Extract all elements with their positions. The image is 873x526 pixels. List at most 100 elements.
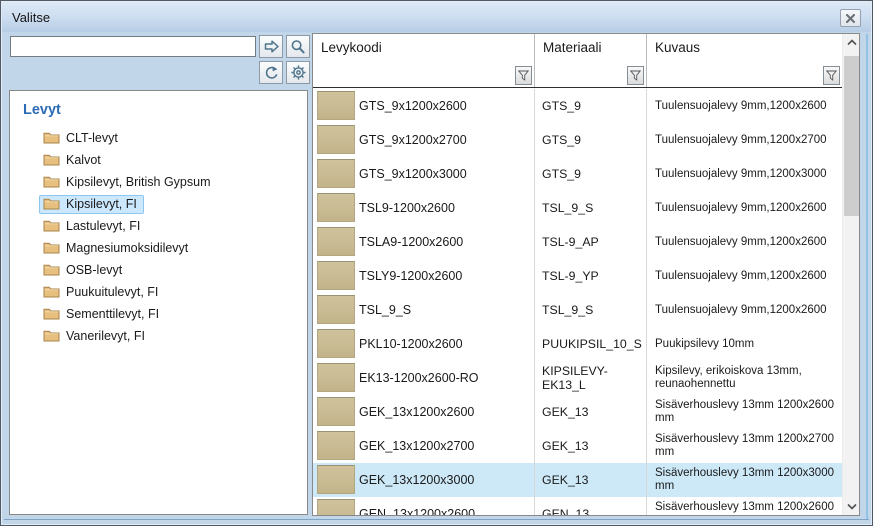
- tree-item-highlight: Puukuitulevyt, FI: [39, 283, 165, 302]
- table-row[interactable]: PKL10-1200x2600 PUUKIPSIL_10_SPuukipsilev…: [313, 327, 842, 361]
- tree-item-puukuitulevyt-fi[interactable]: Puukuitulevyt, FI: [10, 281, 307, 303]
- tree-item-label: Vanerilevyt, FI: [66, 329, 145, 343]
- filter-button-kuvaus[interactable]: [823, 66, 840, 85]
- folder-icon: [43, 219, 60, 232]
- tree-item-highlight: Kipsilevyt, British Gypsum: [39, 173, 217, 192]
- table-row[interactable]: GTS_9x1200x3000GTS_9Tuulensuojalevy 9mm,…: [313, 157, 842, 191]
- go-button[interactable]: [259, 35, 283, 58]
- folder-icon: [43, 285, 60, 298]
- cell-materiaali: GEN_13: [535, 497, 647, 515]
- cell-levykoodi: TSLA9-1200x2600: [313, 225, 535, 259]
- cell-materiaali: GEK_13: [535, 395, 647, 429]
- cell-materiaali: GEK_13: [535, 429, 647, 463]
- cell-levykoodi: GEK_13x1200x2700: [313, 429, 535, 463]
- cell-kuvaus: Sisäverhouslevy 13mm 1200x2600 mm: [647, 497, 842, 515]
- cell-kuvaus: Tuulensuojalevy 9mm,1200x2600: [647, 225, 842, 259]
- filter-button-levykoodi[interactable]: [515, 66, 532, 85]
- tree-item-osb-levyt[interactable]: OSB-levyt: [10, 259, 307, 281]
- table-row[interactable]: GTS_9x1200x2600 GTS_9Tuulensuojalevy 9mm,…: [313, 89, 842, 123]
- tree-item-kalvot[interactable]: Kalvot: [10, 149, 307, 171]
- cell-kuvaus: Tuulensuojalevy 9mm,1200x2600: [647, 89, 842, 123]
- cell-materiaali: PUUKIPSIL_10_S: [535, 327, 647, 361]
- tree-item-sementtilevyt-fi[interactable]: Sementtilevyt, FI: [10, 303, 307, 325]
- cell-levykoodi: PKL10-1200x2600: [313, 327, 535, 361]
- plate-thumbnail: [317, 295, 355, 324]
- plate-code: GEK_13x1200x2600: [359, 405, 474, 419]
- gear-icon: [290, 64, 307, 81]
- table-row[interactable]: GEK_13x1200x2600GEK_13Sisäverhouslevy 13…: [313, 395, 842, 429]
- scroll-down-button[interactable]: [843, 498, 860, 515]
- tree-panel: Levyt CLT-levytKalvotKipsilevyt, British…: [9, 90, 308, 515]
- scroll-up-button[interactable]: [843, 34, 860, 51]
- tree-item-clt-levyt[interactable]: CLT-levyt: [10, 127, 307, 149]
- tree-item-magnesiumoksidilevyt[interactable]: Magnesiumoksidilevyt: [10, 237, 307, 259]
- column-header-kuvaus[interactable]: Kuvaus: [647, 34, 842, 87]
- plate-code: TSL9-1200x2600: [359, 201, 455, 215]
- plate-thumbnail: [317, 431, 355, 460]
- folder-icon: [43, 131, 60, 144]
- plate-code: PKL10-1200x2600: [359, 337, 463, 351]
- cell-levykoodi: GEK_13x1200x2600: [313, 395, 535, 429]
- tree-item-label: Puukuitulevyt, FI: [66, 285, 158, 299]
- window-title: Valitse: [12, 10, 50, 25]
- table-row[interactable]: TSLY9-1200x2600TSL-9_YPTuulensuojalevy 9…: [313, 259, 842, 293]
- plate-code: GTS_9x1200x2600: [359, 99, 467, 113]
- plate-thumbnail: [317, 91, 355, 120]
- search-input[interactable]: [10, 36, 256, 57]
- table-row[interactable]: TSLA9-1200x2600TSL-9_APTuulensuojalevy 9…: [313, 225, 842, 259]
- close-icon: [846, 14, 855, 23]
- tree-item-label: Kalvot: [66, 153, 101, 167]
- column-header-materiaali[interactable]: Materiaali: [535, 34, 647, 87]
- cell-levykoodi: TSL_9_S: [313, 293, 535, 327]
- filter-funnel-icon: [826, 70, 837, 81]
- settings-button[interactable]: [286, 61, 310, 84]
- close-button[interactable]: [840, 9, 861, 27]
- tree-item-kipsilevyt-british-gypsum[interactable]: Kipsilevyt, British Gypsum: [10, 171, 307, 193]
- tree-item-vanerilevyt-fi[interactable]: Vanerilevyt, FI: [10, 325, 307, 347]
- tree-item-lastulevyt-fi[interactable]: Lastulevyt, FI: [10, 215, 307, 237]
- plate-code: GTS_9x1200x3000: [359, 167, 467, 181]
- plates-table-panel: LevykoodiMateriaaliKuvaus GTS_9x1200x260…: [312, 33, 860, 516]
- cell-levykoodi: GTS_9x1200x2600: [313, 89, 535, 123]
- filter-button-materiaali[interactable]: [627, 66, 644, 85]
- cell-materiaali: GEK_13: [535, 463, 647, 497]
- cell-materiaali: TSL_9_S: [535, 191, 647, 225]
- arrow-right-icon: [263, 39, 280, 54]
- plate-thumbnail: [317, 159, 355, 188]
- table-row[interactable]: GEK_13x1200x3000GEK_13Sisäverhouslevy 13…: [313, 463, 842, 497]
- column-header-levykoodi[interactable]: Levykoodi: [313, 34, 535, 87]
- plate-code: TSLA9-1200x2600: [359, 235, 463, 249]
- cell-kuvaus: Sisäverhouslevy 13mm 1200x3000 mm: [647, 463, 842, 497]
- cell-materiaali: GTS_9: [535, 89, 647, 123]
- tree-item-highlight: Kipsilevyt, FI: [39, 195, 144, 214]
- cell-levykoodi: EK13-1200x2600-RO: [313, 361, 535, 395]
- filter-funnel-icon: [630, 70, 641, 81]
- cell-levykoodi: GEK_13x1200x3000: [313, 463, 535, 497]
- cell-kuvaus: Tuulensuojalevy 9mm,1200x2600: [647, 259, 842, 293]
- tree-item-kipsilevyt-fi[interactable]: Kipsilevyt, FI: [10, 193, 307, 215]
- table-row[interactable]: GEN_13x1200x2600 GEN_13Sisäverhouslevy 13…: [313, 497, 842, 515]
- cell-kuvaus: Puukipsilevy 10mm: [647, 327, 842, 361]
- folder-icon: [43, 307, 60, 320]
- plate-code: TSLY9-1200x2600: [359, 269, 462, 283]
- refresh-button[interactable]: [259, 61, 283, 84]
- chevron-up-icon: [847, 39, 857, 46]
- tree-item-label: Kipsilevyt, FI: [66, 197, 137, 211]
- plate-code: GEN_13x1200x2600: [359, 507, 475, 515]
- tree-item-highlight: Vanerilevyt, FI: [39, 327, 152, 346]
- tree-item-highlight: Magnesiumoksidilevyt: [39, 239, 195, 258]
- table-row[interactable]: GTS_9x1200x2700GTS_9Tuulensuojalevy 9mm,…: [313, 123, 842, 157]
- table-row[interactable]: TSL9-1200x2600TSL_9_STuulensuojalevy 9mm…: [313, 191, 842, 225]
- vertical-scrollbar[interactable]: [842, 34, 859, 515]
- table-row[interactable]: EK13-1200x2600-ROKIPSILEVY-EK13_LKipsile…: [313, 361, 842, 395]
- table-row[interactable]: GEK_13x1200x2700GEK_13Sisäverhouslevy 13…: [313, 429, 842, 463]
- titlebar[interactable]: Valitse: [2, 2, 871, 32]
- scrollbar-thumb[interactable]: [844, 56, 859, 216]
- plate-code: GEK_13x1200x2700: [359, 439, 474, 453]
- column-header-label: Levykoodi: [313, 34, 534, 55]
- cell-kuvaus: Kipsilevy, erikoiskova 13mm, reunaohenne…: [647, 361, 842, 395]
- tree-item-label: OSB-levyt: [66, 263, 122, 277]
- tree-item-label: Lastulevyt, FI: [66, 219, 140, 233]
- search-button[interactable]: [286, 35, 310, 58]
- table-row[interactable]: TSL_9_STSL_9_STuulensuojalevy 9mm,1200x2…: [313, 293, 842, 327]
